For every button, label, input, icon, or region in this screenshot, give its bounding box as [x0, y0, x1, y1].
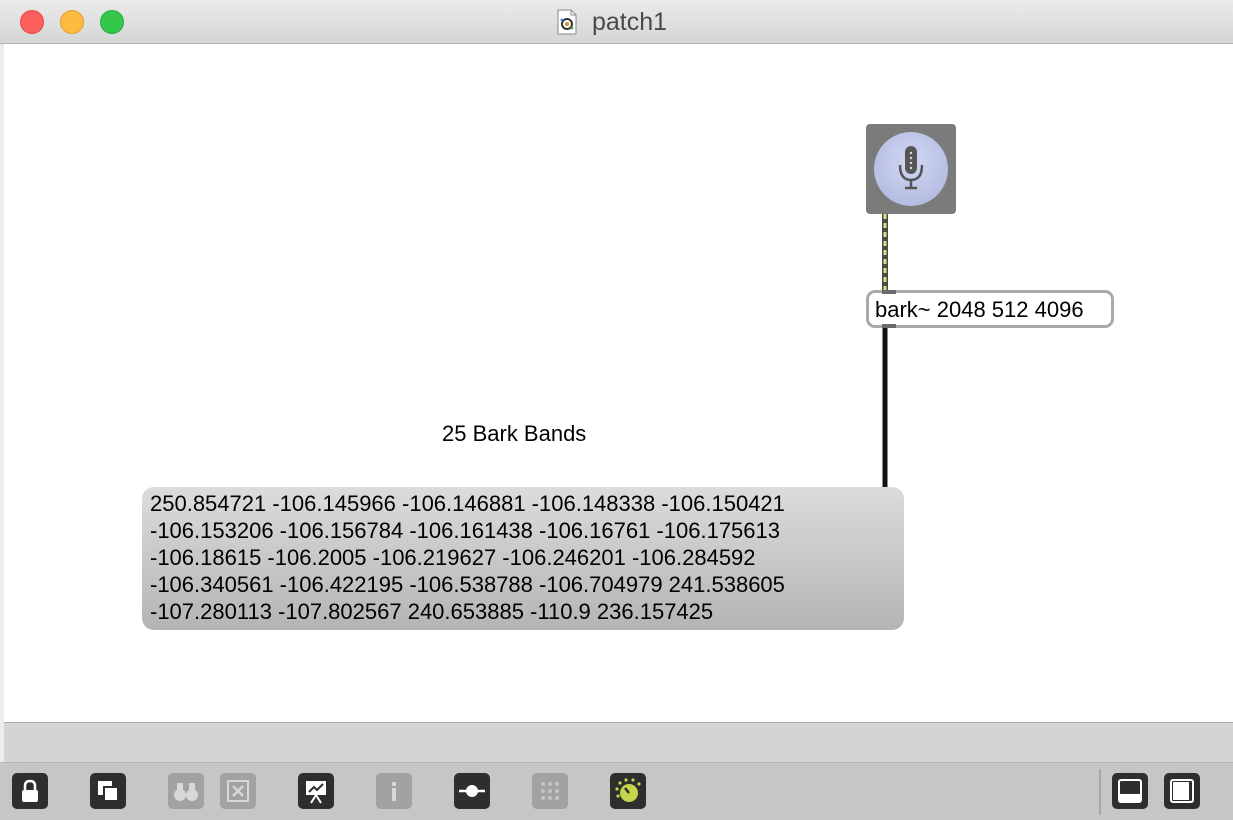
- microphone-icon: [898, 146, 924, 190]
- bark-object-text: bark~ 2048 512 4096: [875, 297, 1084, 322]
- find-button[interactable]: [168, 773, 204, 809]
- bottom-toolbar: [0, 762, 1233, 820]
- binoculars-icon: [174, 783, 198, 801]
- message-line: -107.280113 -107.802567 240.653885 -110.…: [150, 599, 714, 624]
- side-panel-icon: [1170, 779, 1194, 803]
- presentation-icon: [306, 781, 326, 804]
- new-object-button[interactable]: [90, 773, 126, 809]
- minimize-button[interactable]: [60, 10, 84, 34]
- bottom-panel-icon: [1118, 779, 1142, 803]
- outlet[interactable]: [882, 324, 896, 328]
- message-box[interactable]: 250.854721 -106.145966 -106.146881 -106.…: [142, 487, 904, 630]
- object-palette-button[interactable]: [454, 773, 490, 809]
- grid-button[interactable]: [532, 773, 568, 809]
- patcher-document-icon: [557, 9, 577, 35]
- message-text: 250.854721 -106.145966 -106.146881 -106.…: [150, 490, 900, 625]
- ezadc-button[interactable]: [874, 132, 948, 206]
- lock-icon: [22, 779, 38, 802]
- new-object-icon: [98, 781, 119, 802]
- lock-button[interactable]: [12, 773, 48, 809]
- toolbar-separator: [1099, 769, 1101, 815]
- presentation-button[interactable]: [298, 773, 334, 809]
- bottom-panel-button[interactable]: [1112, 773, 1148, 809]
- info-icon: [392, 782, 396, 801]
- close-button[interactable]: [20, 10, 44, 34]
- status-bar: [4, 722, 1233, 762]
- title-bar: patch1: [0, 0, 1233, 44]
- ezadc-object[interactable]: [866, 124, 956, 214]
- dsp-knob-icon: [615, 778, 641, 802]
- message-line: -106.340561 -106.422195 -106.538788 -106…: [150, 572, 785, 597]
- grid-icon: [541, 782, 559, 800]
- window-title-text: patch1: [592, 7, 668, 36]
- delete-button[interactable]: [220, 773, 256, 809]
- inlet[interactable]: [882, 290, 896, 294]
- message-line: -106.18615 -106.2005 -106.219627 -106.24…: [150, 545, 756, 570]
- bark-object[interactable]: bark~ 2048 512 4096: [866, 290, 1114, 328]
- message-line: 250.854721 -106.145966 -106.146881 -106.…: [150, 491, 785, 516]
- slider-icon: [459, 785, 485, 797]
- dsp-button[interactable]: [610, 773, 646, 809]
- side-panel-button[interactable]: [1164, 773, 1200, 809]
- message-line: -106.153206 -106.156784 -106.161438 -106…: [150, 518, 780, 543]
- delete-icon: [227, 780, 249, 802]
- zoom-button[interactable]: [100, 10, 124, 34]
- comment-label: 25 Bark Bands: [442, 421, 587, 446]
- window-title: patch1: [556, 8, 667, 36]
- inspector-button[interactable]: [376, 773, 412, 809]
